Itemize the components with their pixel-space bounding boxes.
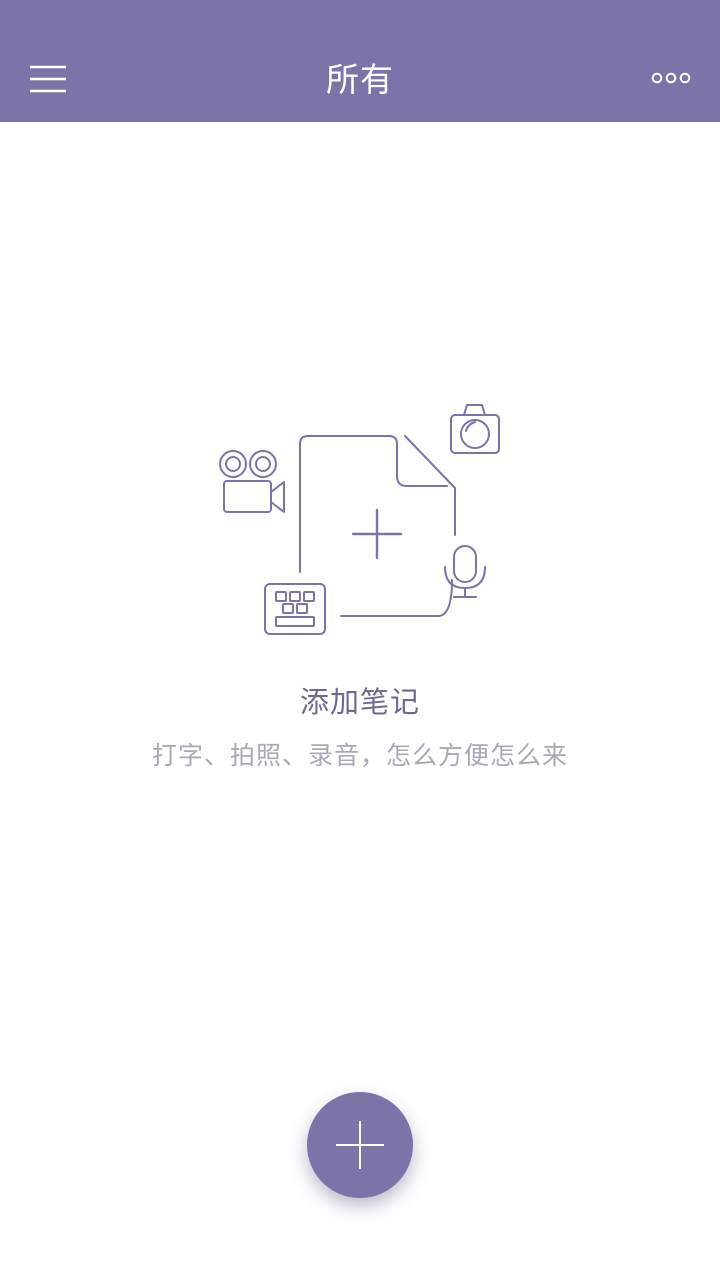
- empty-state-title: 添加笔记: [299, 685, 420, 719]
- app-screen: 所有 添加笔记 打字、拍照、录音，怎么方便怎么来: [0, 0, 720, 1280]
- menu-button[interactable]: [18, 54, 78, 104]
- hamburger-menu-icon: [30, 65, 66, 93]
- plus-icon: [336, 1121, 384, 1169]
- top-app-bar: 所有: [0, 0, 720, 122]
- empty-state-illustration: [200, 390, 520, 650]
- keyboard-icon: [264, 583, 326, 635]
- more-options-button[interactable]: [646, 60, 698, 96]
- more-dots-icon: [651, 72, 691, 84]
- video-camera-icon: [219, 450, 285, 513]
- add-note-button[interactable]: [307, 1092, 413, 1198]
- empty-state-subtitle: 打字、拍照、录音，怎么方便怎么来: [151, 741, 568, 770]
- new-note-document-icon: [299, 435, 456, 617]
- photo-camera-icon: [450, 404, 500, 454]
- page-title: 所有: [326, 60, 394, 99]
